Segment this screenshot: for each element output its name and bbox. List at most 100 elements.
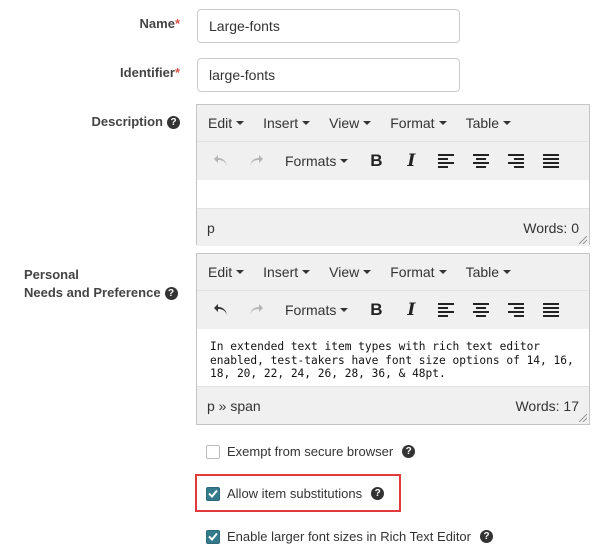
align-justify-icon[interactable] [537, 296, 565, 324]
identifier-label: Identifier* [80, 65, 180, 80]
description-content-area[interactable] [197, 180, 589, 208]
caret-down-icon [236, 121, 245, 125]
editor-menubar: Edit Insert View Format Table [197, 254, 589, 291]
align-right-icon[interactable] [502, 296, 530, 324]
enable-larger-fonts-row: Enable larger font sizes in Rich Text Ed… [206, 529, 493, 544]
menu-table-label: Table [465, 264, 500, 280]
italic-icon[interactable]: I [397, 296, 425, 324]
exempt-secure-browser-checkbox[interactable] [206, 444, 220, 459]
align-right-icon[interactable] [502, 147, 530, 175]
description-editor: Edit Insert View Format Table Formats B … [196, 104, 590, 246]
resize-handle-icon[interactable] [579, 414, 587, 422]
help-icon[interactable]: ? [167, 116, 180, 129]
personal-needs-label-line2-wrap: Needs and Preference? [24, 284, 178, 302]
undo-icon[interactable] [207, 296, 235, 324]
bold-icon[interactable]: B [362, 296, 390, 324]
menu-table[interactable]: Table [465, 264, 512, 280]
menu-view-label: View [329, 115, 360, 131]
caret-down-icon [340, 159, 349, 163]
enable-larger-fonts-label[interactable]: Enable larger font sizes in Rich Text Ed… [227, 529, 471, 544]
resize-handle-icon[interactable] [579, 236, 587, 244]
bold-glyph: B [370, 300, 383, 319]
menu-view[interactable]: View [329, 264, 372, 280]
menu-format-label: Format [390, 115, 435, 131]
caret-down-icon [340, 308, 349, 312]
word-count: Words: 0 [523, 219, 579, 236]
caret-down-icon [438, 270, 447, 274]
identifier-label-text: Identifier [120, 65, 175, 80]
personal-needs-content-area[interactable]: In extended text item types with rich te… [197, 329, 589, 386]
caret-down-icon [438, 121, 447, 125]
italic-glyph: I [407, 300, 416, 320]
formats-label: Formats [285, 302, 337, 318]
exempt-secure-browser-label[interactable]: Exempt from secure browser [227, 444, 393, 459]
help-icon[interactable]: ? [371, 487, 385, 500]
editor-statusbar: p Words: 0 [197, 208, 589, 246]
italic-icon[interactable]: I [397, 147, 425, 175]
name-input[interactable] [197, 9, 460, 43]
caret-down-icon [302, 270, 311, 274]
personal-needs-label-line2: Needs and Preference [24, 285, 161, 300]
menu-format[interactable]: Format [390, 264, 447, 280]
caret-down-icon [236, 270, 245, 274]
menu-table[interactable]: Table [465, 115, 512, 131]
personal-needs-label-line1: Personal [24, 267, 79, 282]
editor-menubar: Edit Insert View Format Table [197, 105, 589, 142]
italic-glyph: I [407, 151, 416, 171]
menu-table-label: Table [465, 115, 500, 131]
menu-edit[interactable]: Edit [208, 115, 245, 131]
align-left-icon[interactable] [432, 147, 460, 175]
help-icon[interactable]: ? [164, 287, 178, 300]
menu-view[interactable]: View [329, 115, 372, 131]
element-path: p [207, 219, 215, 236]
allow-item-substitutions-row: Allow item substitutions ? [206, 486, 385, 501]
align-justify-icon[interactable] [537, 147, 565, 175]
redo-icon[interactable] [242, 296, 270, 324]
help-icon[interactable]: ? [402, 445, 416, 458]
editor-toolbar: Formats B I [197, 291, 589, 329]
formats-dropdown[interactable]: Formats [277, 147, 356, 175]
editor-toolbar: Formats B I [197, 142, 589, 180]
checkmark-icon [208, 532, 218, 541]
enable-larger-fonts-checkbox[interactable] [206, 529, 220, 544]
bold-icon[interactable]: B [362, 147, 390, 175]
menu-edit-label: Edit [208, 115, 233, 131]
align-left-icon[interactable] [432, 296, 460, 324]
bold-glyph: B [370, 151, 383, 170]
caret-down-icon [503, 270, 512, 274]
menu-insert-label: Insert [263, 115, 299, 131]
exempt-secure-browser-row: Exempt from secure browser ? [206, 444, 416, 459]
required-mark: * [174, 65, 180, 80]
align-center-icon[interactable] [467, 147, 495, 175]
caret-down-icon [302, 121, 311, 125]
word-count: Words: 17 [515, 397, 579, 414]
identifier-input[interactable] [197, 58, 460, 92]
menu-insert[interactable]: Insert [263, 115, 311, 131]
menu-format-label: Format [390, 264, 435, 280]
menu-edit-label: Edit [208, 264, 233, 280]
description-label: Description? [60, 114, 180, 129]
menu-insert[interactable]: Insert [263, 264, 311, 280]
personal-needs-editor: Edit Insert View Format Table Formats B … [196, 253, 590, 425]
menu-insert-label: Insert [263, 264, 299, 280]
align-center-icon[interactable] [467, 296, 495, 324]
allow-item-substitutions-checkbox[interactable] [206, 486, 220, 501]
personal-needs-content-text: In extended text item types with rich te… [210, 340, 574, 380]
editor-statusbar: p » span Words: 17 [197, 386, 589, 424]
menu-format[interactable]: Format [390, 115, 447, 131]
allow-item-substitutions-label[interactable]: Allow item substitutions [227, 486, 362, 501]
element-path: p » span [207, 397, 261, 414]
checkmark-icon [208, 489, 218, 498]
caret-down-icon [363, 121, 372, 125]
menu-view-label: View [329, 264, 360, 280]
description-label-text: Description [91, 114, 163, 129]
undo-icon[interactable] [207, 147, 235, 175]
personal-needs-label: Personal Needs and Preference? [24, 266, 178, 302]
redo-icon[interactable] [242, 147, 270, 175]
help-icon[interactable]: ? [480, 530, 493, 543]
formats-dropdown[interactable]: Formats [277, 296, 356, 324]
name-label: Name* [80, 16, 180, 31]
menu-edit[interactable]: Edit [208, 264, 245, 280]
caret-down-icon [503, 121, 512, 125]
formats-label: Formats [285, 153, 337, 169]
